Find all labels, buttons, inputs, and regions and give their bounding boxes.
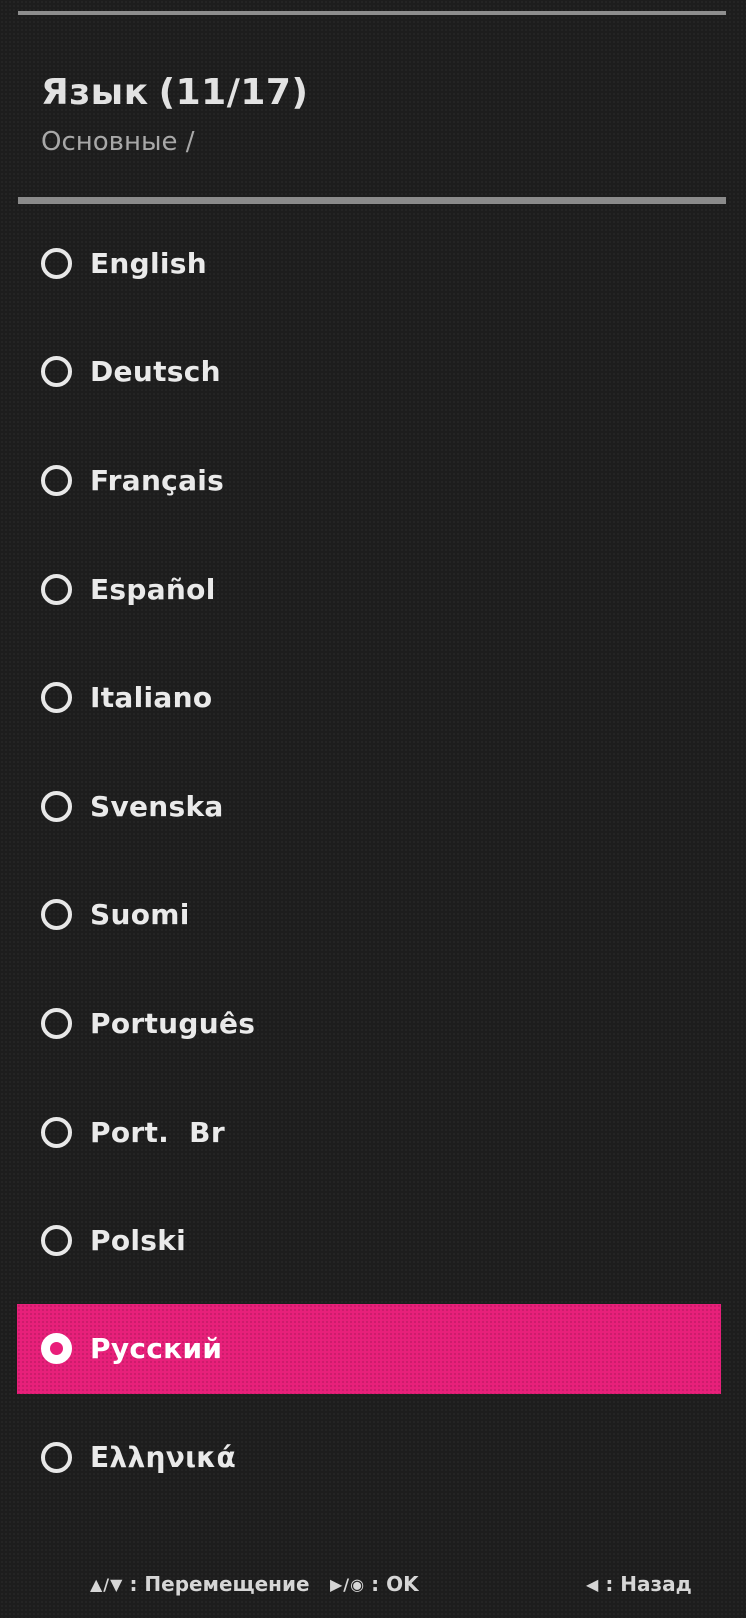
page-title-text: Язык bbox=[41, 72, 149, 113]
up-down-arrows-icon: ▲/▼ bbox=[90, 1574, 124, 1594]
language-label: Italiano bbox=[90, 681, 213, 715]
radio-dot bbox=[50, 1342, 63, 1356]
header-divider bbox=[18, 197, 726, 204]
language-option-greek[interactable]: Ελληνικά bbox=[0, 1403, 746, 1512]
radio-button[interactable] bbox=[41, 1441, 72, 1473]
language-option-francais[interactable]: Français bbox=[0, 426, 746, 535]
move-hint-label: : Перемещение bbox=[129, 1572, 310, 1596]
language-label: English bbox=[90, 246, 207, 280]
page-count: (11/17) bbox=[158, 72, 309, 113]
language-option-polski[interactable]: Polski bbox=[0, 1186, 746, 1295]
language-label: Français bbox=[90, 463, 225, 497]
language-option-russian[interactable]: Русский bbox=[17, 1303, 721, 1394]
language-label: Port. Br bbox=[90, 1115, 225, 1149]
radio-button[interactable] bbox=[41, 899, 72, 931]
ok-hint: ▶/◉ : OK bbox=[330, 1572, 419, 1596]
language-option-portugues[interactable]: Português bbox=[0, 969, 746, 1078]
language-option-port-br[interactable]: Port. Br bbox=[0, 1078, 746, 1187]
back-hint: ◀ : Назад bbox=[586, 1572, 692, 1596]
page-title: Язык (11/17) bbox=[41, 68, 721, 118]
menu-header: Язык (11/17) Основные / bbox=[41, 68, 721, 162]
radio-button[interactable] bbox=[41, 464, 72, 496]
language-label: Español bbox=[90, 572, 216, 606]
right-ok-icon: ▶/◉ bbox=[330, 1574, 366, 1594]
language-option-deutsch[interactable]: Deutsch bbox=[0, 318, 746, 427]
back-hint-label: : Назад bbox=[605, 1572, 692, 1596]
radio-button[interactable] bbox=[41, 247, 72, 279]
language-label: Português bbox=[90, 1006, 256, 1040]
radio-button[interactable] bbox=[41, 790, 72, 822]
key-hints-footer: ▲/▼ : Перемещение ▶/◉ : OK ◀ : Назад bbox=[0, 1572, 746, 1608]
radio-button[interactable] bbox=[41, 356, 72, 388]
language-option-italiano[interactable]: Italiano bbox=[0, 643, 746, 752]
language-label: Deutsch bbox=[90, 355, 221, 389]
radio-button[interactable] bbox=[41, 1225, 72, 1257]
radio-button[interactable] bbox=[41, 682, 72, 714]
language-label: Русский bbox=[90, 1332, 223, 1366]
left-arrow-icon: ◀ bbox=[586, 1574, 600, 1594]
language-option-english[interactable]: English bbox=[0, 209, 746, 318]
language-label: Polski bbox=[90, 1224, 187, 1258]
language-label: Ελληνικά bbox=[90, 1440, 237, 1474]
radio-button[interactable] bbox=[41, 573, 72, 605]
radio-button-selected[interactable] bbox=[41, 1333, 72, 1365]
language-label: Suomi bbox=[90, 898, 190, 932]
radio-button[interactable] bbox=[41, 1007, 72, 1039]
language-option-svenska[interactable]: Svenska bbox=[0, 752, 746, 861]
breadcrumb: Основные / bbox=[41, 127, 195, 157]
language-label: Svenska bbox=[90, 789, 224, 823]
radio-button[interactable] bbox=[41, 1116, 72, 1148]
top-divider bbox=[18, 11, 726, 15]
move-hint: ▲/▼ : Перемещение bbox=[90, 1572, 310, 1596]
language-list: English Deutsch Français Español Italian… bbox=[0, 209, 746, 1512]
ok-hint-label: : OK bbox=[371, 1572, 419, 1596]
language-option-espanol[interactable]: Español bbox=[0, 535, 746, 644]
language-option-suomi[interactable]: Suomi bbox=[0, 861, 746, 970]
